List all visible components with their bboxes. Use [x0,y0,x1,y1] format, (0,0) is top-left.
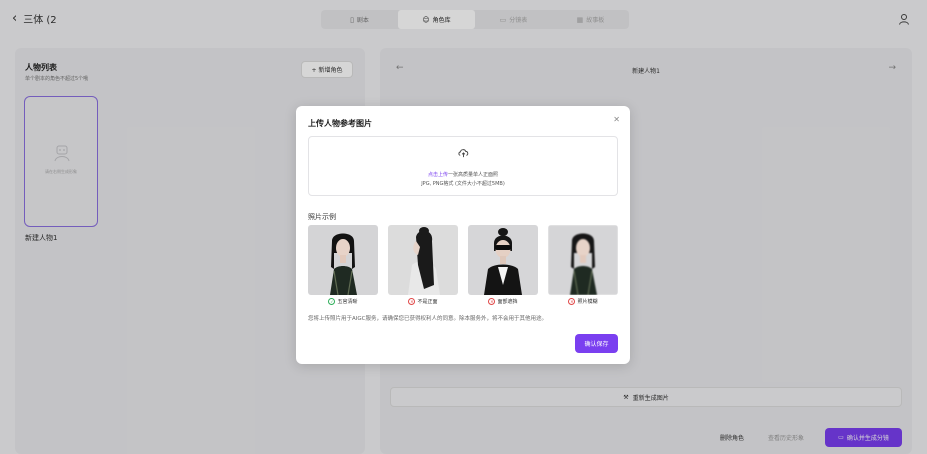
example-image [468,225,538,295]
example-photo-face-covered: ✕ 面部遮挡 [468,225,538,310]
example-photo-not-frontal: ✕ 不是正面 [388,225,458,310]
caption-text: 照片模糊 [577,299,598,305]
upload-hint-text: 一张高质量单人正面照 [448,172,499,178]
confirm-save-button[interactable]: 确认保存 [575,334,618,353]
x-circle-icon: ✕ [488,298,496,305]
example-image [548,225,618,295]
example-photo-blurry: ✕ 照片模糊 [548,225,618,310]
usage-disclaimer: 您将上传照片用于AIGC服务，请确保您已获得权利人的同意。除本服务外，将不会用于… [308,316,547,322]
example-caption: ✕ 面部遮挡 [468,298,538,305]
examples-title: 照片示例 [308,213,336,221]
upload-dropzone[interactable]: 点击上传一张高质量单人正面照 JPG, PNG格式 (文件大小不超过5MB) [308,136,618,196]
example-image [308,225,378,295]
upload-reference-modal: 上传人物参考图片 ✕ 点击上传一张高质量单人正面照 JPG, PNG格式 (文件… [296,106,630,364]
example-image [388,225,458,295]
x-circle-icon: ✕ [408,298,416,305]
upload-format-text: JPG, PNG格式 (文件大小不超过5MB) [421,181,505,187]
example-caption: ✓ 五官清晰 [308,298,378,305]
example-photo-clear: ✓ 五官清晰 [308,225,378,310]
example-caption: ✕ 照片模糊 [548,298,618,305]
upload-hint: 点击上传一张高质量单人正面照 [309,171,617,178]
caption-text: 不是正面 [417,299,438,305]
x-circle-icon: ✕ [568,298,576,305]
close-icon[interactable]: ✕ [613,115,620,124]
example-photos: ✓ 五官清晰 ✕ 不是正面 ✕ 面部遮挡 ✕ 照片模糊 [308,225,618,310]
modal-title: 上传人物参考图片 [308,119,372,128]
check-circle-icon: ✓ [328,298,336,305]
caption-text: 五官清晰 [337,299,358,305]
example-caption: ✕ 不是正面 [388,298,458,305]
click-upload-link[interactable]: 点击上传 [428,172,448,178]
caption-text: 面部遮挡 [497,299,518,305]
cloud-upload-icon [458,149,469,158]
